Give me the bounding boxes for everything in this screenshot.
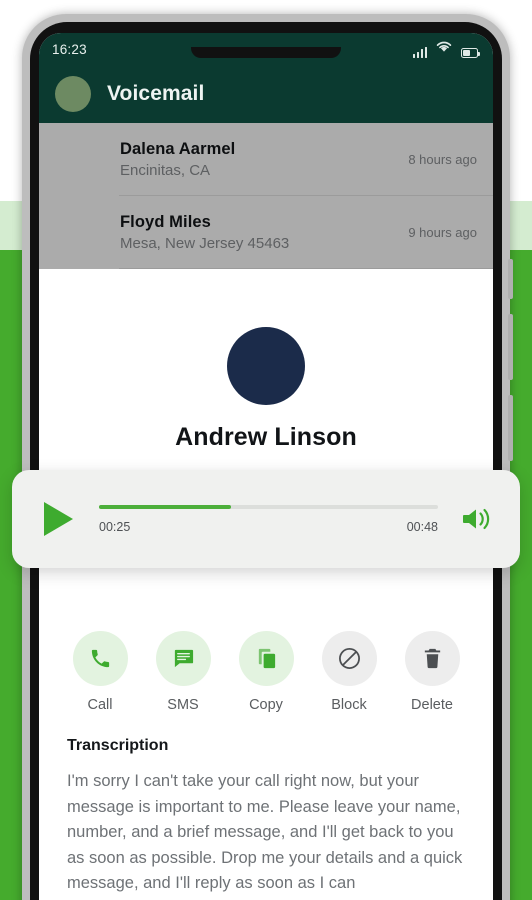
copy-button[interactable]: Copy bbox=[236, 631, 296, 713]
copy-icon bbox=[238, 631, 294, 686]
chat-icon bbox=[155, 631, 211, 686]
block-button[interactable]: Block bbox=[319, 631, 379, 713]
call-button[interactable]: Call bbox=[70, 631, 130, 713]
audio-progress[interactable]: 00:25 00:48 bbox=[99, 504, 438, 534]
delete-button[interactable]: Delete bbox=[402, 631, 462, 713]
phone-side-button-volume-up[interactable] bbox=[508, 314, 513, 380]
play-icon[interactable] bbox=[44, 502, 73, 536]
action-label: Delete bbox=[411, 697, 453, 713]
audio-total-time: 00:48 bbox=[406, 519, 438, 534]
trash-icon bbox=[404, 631, 460, 686]
transcription-title: Transcription bbox=[67, 737, 169, 754]
status-bar-icons bbox=[412, 40, 481, 58]
action-row: Call SMS Copy Block Delete bbox=[39, 631, 493, 713]
phone-notch bbox=[191, 47, 341, 58]
audio-times: 00:25 00:48 bbox=[99, 520, 438, 534]
voicemail-list: Dalena Aarmel Encinitas, CA 8 hours ago … bbox=[39, 123, 493, 269]
volume-icon[interactable] bbox=[460, 504, 494, 534]
modal-scrim[interactable] bbox=[39, 123, 493, 269]
audio-current-time: 00:25 bbox=[99, 519, 131, 534]
page-title: Voicemail bbox=[107, 82, 205, 105]
transcription-body: I'm sorry I can't take your call right n… bbox=[67, 772, 463, 893]
sms-button[interactable]: SMS bbox=[153, 631, 213, 713]
signal-icon bbox=[412, 47, 427, 58]
phone-screen: 16:23 Voicemail Dalena Aarmel Encinitas,… bbox=[39, 33, 493, 900]
status-bar-time: 16:23 bbox=[52, 41, 87, 57]
phone-side-button-power[interactable] bbox=[508, 259, 513, 299]
audio-player-card: 00:25 00:48 bbox=[12, 470, 520, 568]
phone-frame: 16:23 Voicemail Dalena Aarmel Encinitas,… bbox=[22, 14, 513, 900]
transcription-section: Transcription I'm sorry I can't take you… bbox=[67, 737, 471, 897]
phone-side-button-volume-down[interactable] bbox=[508, 395, 513, 461]
block-icon bbox=[321, 631, 377, 686]
action-label: Call bbox=[87, 697, 113, 713]
action-label: SMS bbox=[167, 697, 199, 713]
contact-name: Andrew Linson bbox=[175, 423, 357, 451]
action-label: Copy bbox=[249, 697, 283, 713]
avatar[interactable] bbox=[55, 76, 91, 112]
audio-progress-track[interactable] bbox=[99, 504, 438, 509]
action-label: Block bbox=[331, 697, 367, 713]
app-bar: Voicemail bbox=[39, 65, 493, 123]
phone-icon bbox=[72, 631, 128, 686]
voicemail-detail-sheet: Andrew Linson Call SMS Copy Block Delete… bbox=[39, 295, 493, 900]
wifi-icon bbox=[436, 40, 452, 58]
screenshot-stage: 16:23 Voicemail Dalena Aarmel Encinitas,… bbox=[0, 0, 532, 900]
audio-progress-fill bbox=[99, 504, 232, 509]
avatar bbox=[227, 327, 305, 405]
battery-icon bbox=[461, 48, 481, 58]
